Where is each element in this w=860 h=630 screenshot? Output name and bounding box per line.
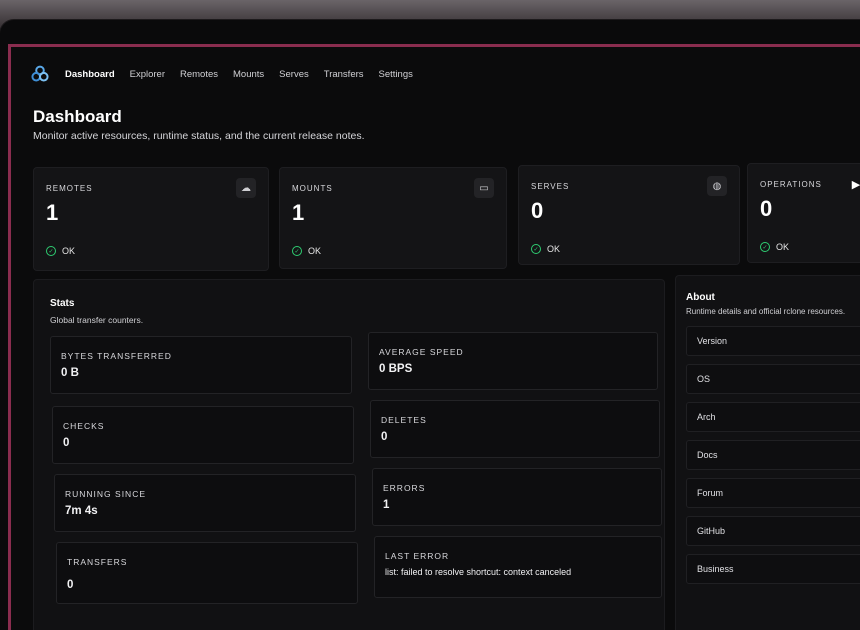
remotes-card[interactable]: REMOTES 1 ☁ ✓ OK xyxy=(33,167,269,271)
cloud-icon: ☁ xyxy=(236,178,256,198)
remotes-status: ✓ OK xyxy=(46,246,75,256)
transfers-box: TRANSFERS 0 xyxy=(56,542,358,604)
operations-label: OPERATIONS xyxy=(760,180,822,189)
deletes-label: DELETES xyxy=(381,415,427,425)
transfers-value: 0 xyxy=(67,579,74,591)
average-speed-box: AVERAGE SPEED 0 BPS xyxy=(368,332,658,390)
play-icon: ▶ xyxy=(851,178,860,191)
mounts-card[interactable]: MOUNTS 1 ▭ ✓ OK xyxy=(279,167,507,269)
about-arch[interactable]: Arch xyxy=(686,402,860,432)
ok-check-icon: ✓ xyxy=(531,244,541,254)
ok-check-icon: ✓ xyxy=(292,246,302,256)
bytes-transferred-box: BYTES TRANSFERRED 0 B xyxy=(50,336,352,394)
stats-panel: Stats Global transfer counters. BYTES TR… xyxy=(33,279,665,630)
about-version[interactable]: Version xyxy=(686,326,860,356)
operations-card[interactable]: OPERATIONS 0 ▶ ✓ OK xyxy=(747,163,860,263)
app-screen: Dashboard Explorer Remotes Mounts Serves… xyxy=(8,44,860,630)
operations-value: 0 xyxy=(760,196,773,221)
nav-settings[interactable]: Settings xyxy=(379,69,413,80)
nav-transfers[interactable]: Transfers xyxy=(324,69,364,80)
nav-serves[interactable]: Serves xyxy=(279,69,309,80)
serves-value: 0 xyxy=(531,198,544,223)
serves-status-text: OK xyxy=(547,244,561,254)
errors-box: ERRORS 1 xyxy=(372,468,662,526)
nav-explorer[interactable]: Explorer xyxy=(130,69,165,80)
errors-label: ERRORS xyxy=(383,483,426,493)
operations-status: ✓ OK xyxy=(760,242,789,252)
last-error-box: LAST ERROR list: failed to resolve short… xyxy=(374,536,662,598)
mounts-value: 1 xyxy=(292,200,305,225)
bytes-transferred-label: BYTES TRANSFERRED xyxy=(61,351,172,361)
stats-subtitle: Global transfer counters. xyxy=(50,315,144,325)
checks-box: CHECKS 0 xyxy=(52,406,354,464)
running-since-box: RUNNING SINCE 7m 4s xyxy=(54,474,356,532)
nav-mounts[interactable]: Mounts xyxy=(233,69,264,80)
about-docs-link[interactable]: Docs xyxy=(686,440,860,470)
transfers-label: TRANSFERS xyxy=(67,557,128,567)
top-nav: Dashboard Explorer Remotes Mounts Serves… xyxy=(31,65,428,83)
ok-check-icon: ✓ xyxy=(760,242,770,252)
running-since-value: 7m 4s xyxy=(65,505,98,517)
page-title: Dashboard xyxy=(33,107,122,126)
checks-label: CHECKS xyxy=(63,421,105,431)
about-forum-link[interactable]: Forum xyxy=(686,478,860,508)
mounts-status-text: OK xyxy=(308,246,322,256)
rclone-logo-icon[interactable] xyxy=(31,65,49,83)
checks-value: 0 xyxy=(63,437,70,449)
running-since-label: RUNNING SINCE xyxy=(65,489,147,499)
mounts-label: MOUNTS xyxy=(292,184,333,193)
about-panel: About Runtime details and official rclon… xyxy=(675,275,860,630)
globe-icon: ◍ xyxy=(707,176,727,196)
page-subtitle: Monitor active resources, runtime status… xyxy=(33,130,365,142)
about-os[interactable]: OS xyxy=(686,364,860,394)
remotes-label: REMOTES xyxy=(46,184,93,193)
errors-value: 1 xyxy=(383,499,390,511)
serves-label: SERVES xyxy=(531,182,570,191)
last-error-label: LAST ERROR xyxy=(385,551,450,561)
average-speed-value: 0 BPS xyxy=(379,363,413,375)
serves-status: ✓ OK xyxy=(531,244,560,254)
about-github-link[interactable]: GitHub xyxy=(686,516,860,546)
about-business-link[interactable]: Business xyxy=(686,554,860,584)
serves-card[interactable]: SERVES 0 ◍ ✓ OK xyxy=(518,165,740,265)
nav-dashboard[interactable]: Dashboard xyxy=(65,69,115,80)
nav-remotes[interactable]: Remotes xyxy=(180,69,218,80)
last-error-value: list: failed to resolve shortcut: contex… xyxy=(385,567,572,577)
drive-icon: ▭ xyxy=(474,178,494,198)
stats-title: Stats xyxy=(50,298,75,309)
bytes-transferred-value: 0 B xyxy=(61,367,79,379)
mounts-status: ✓ OK xyxy=(292,246,321,256)
operations-status-text: OK xyxy=(776,242,790,252)
deletes-value: 0 xyxy=(381,431,388,443)
remotes-value: 1 xyxy=(46,200,59,225)
ok-check-icon: ✓ xyxy=(46,246,56,256)
about-title: About xyxy=(686,292,715,303)
about-subtitle: Runtime details and official rclone reso… xyxy=(686,307,846,316)
deletes-box: DELETES 0 xyxy=(370,400,660,458)
remotes-status-text: OK xyxy=(62,246,76,256)
average-speed-label: AVERAGE SPEED xyxy=(379,347,464,357)
